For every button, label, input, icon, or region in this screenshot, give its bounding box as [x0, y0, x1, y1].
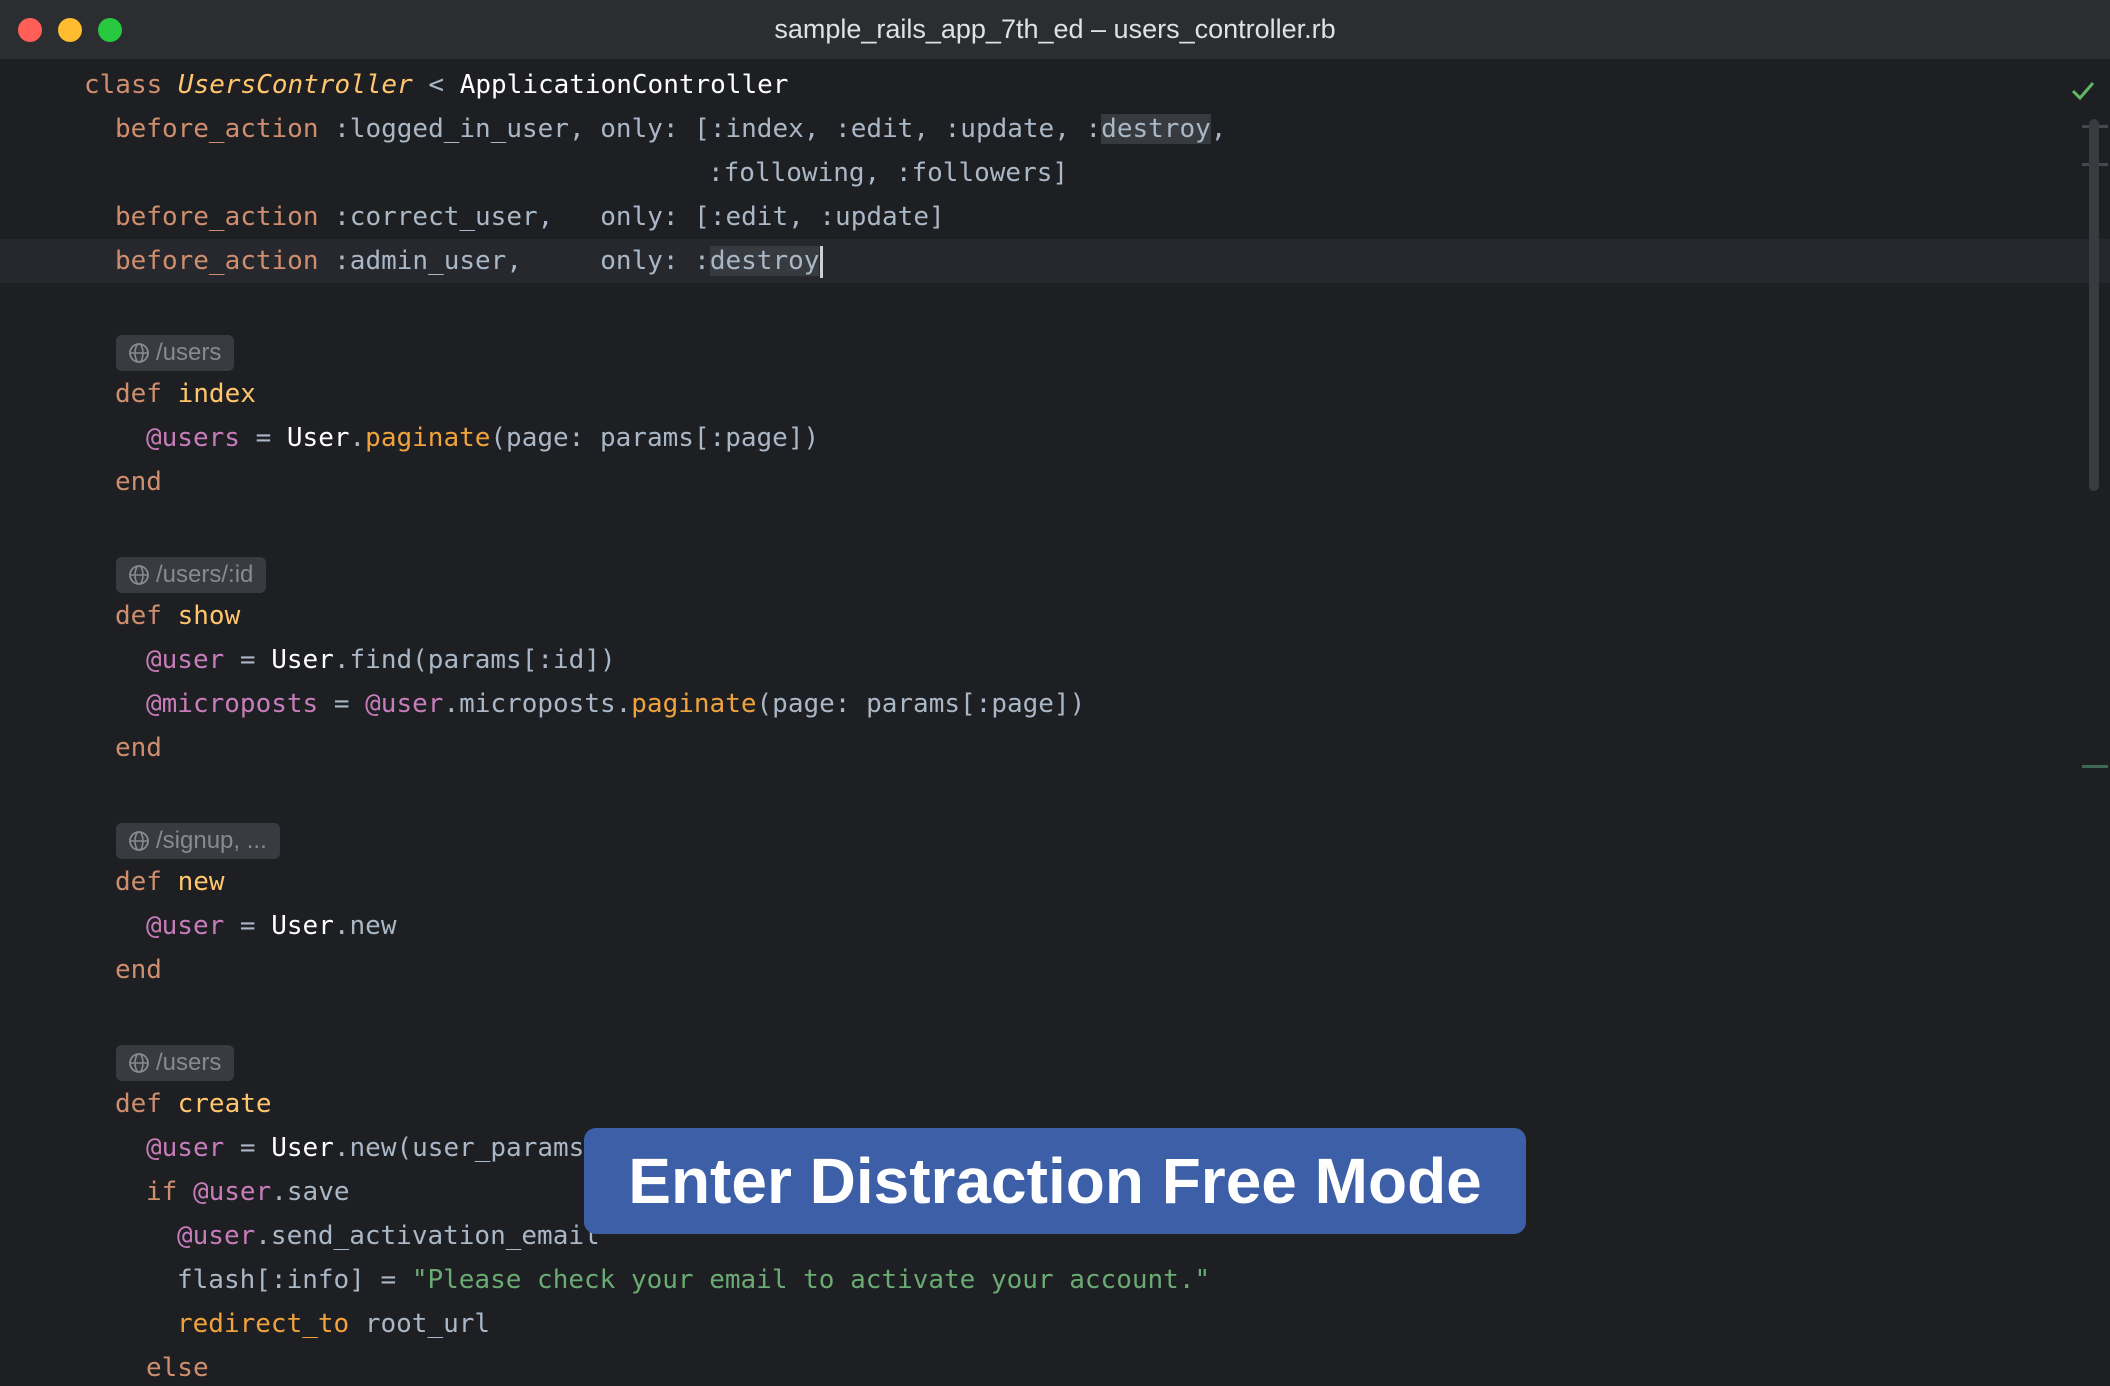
keyword: else — [146, 1353, 209, 1383]
keyword: def — [115, 867, 178, 897]
globe-icon — [129, 565, 149, 585]
error-stripe-marker[interactable] — [2082, 765, 2108, 768]
operator: = — [224, 645, 272, 675]
operator: = — [318, 689, 366, 719]
method-call: before_action — [115, 114, 319, 144]
arguments: :logged_in_user, only: [:index, :edit, :… — [318, 114, 1102, 144]
route-hint-index[interactable]: /users — [116, 335, 235, 371]
code-line[interactable]: flash[:info] = "Please check your email … — [0, 1258, 2110, 1302]
code-line[interactable]: def index — [0, 372, 2110, 416]
route-hint-new[interactable]: /signup, ... — [116, 823, 280, 859]
highlighted-occurrence: destroy — [709, 246, 820, 276]
window-title: sample_rails_app_7th_ed – users_controll… — [774, 14, 1336, 44]
string-literal: "Please check your email to activate you… — [411, 1265, 1211, 1295]
instance-variable: @users — [146, 423, 240, 453]
keyword: end — [115, 733, 162, 763]
globe-icon — [129, 343, 149, 363]
vertical-scrollbar-thumb[interactable] — [2089, 119, 2099, 491]
route-hint-label: /users — [156, 339, 222, 366]
code-line[interactable]: def new — [0, 860, 2110, 904]
method-call: paginate — [365, 423, 491, 453]
instance-variable: @user — [177, 1221, 256, 1251]
keyword: if — [146, 1177, 193, 1207]
instance-variable: @user — [146, 911, 225, 941]
arguments: :admin_user, only: : — [318, 246, 710, 276]
code-line[interactable]: class UsersController < ApplicationContr… — [0, 63, 2110, 107]
route-hint-show[interactable]: /users/:id — [116, 557, 267, 593]
method-call: .save — [271, 1177, 350, 1207]
instance-variable: @user — [146, 645, 225, 675]
keyword: end — [115, 955, 162, 985]
keyword: def — [115, 601, 178, 631]
assignment: flash[:info] = — [177, 1265, 412, 1295]
method-call: before_action — [115, 202, 319, 232]
constant: User — [286, 423, 350, 453]
superclass-name: ApplicationController — [459, 70, 789, 100]
method-name: create — [177, 1089, 272, 1119]
operator: < — [412, 70, 460, 100]
keyword: def — [115, 379, 178, 409]
code-line[interactable]: end — [0, 726, 2110, 770]
keyword: class — [84, 70, 178, 100]
arguments: .new — [333, 911, 397, 941]
current-code-line[interactable]: before_action :admin_user, only: :destro… — [0, 239, 2110, 283]
punctuation: . — [349, 423, 366, 453]
code-line[interactable]: before_action :logged_in_user, only: [:i… — [0, 107, 2110, 151]
method-name: index — [177, 379, 256, 409]
action-tooltip: Enter Distraction Free Mode — [584, 1128, 1526, 1234]
code-line[interactable]: before_action :correct_user, only: [:edi… — [0, 195, 2110, 239]
keyword: def — [115, 1089, 178, 1119]
method-name: show — [177, 601, 241, 631]
code-line[interactable]: def create — [0, 1082, 2110, 1126]
operator: = — [224, 911, 272, 941]
code-line[interactable]: else — [0, 1346, 2110, 1386]
arguments: (page: params[:page]) — [490, 423, 820, 453]
route-hint-label: /users — [156, 1049, 222, 1076]
method-call: paginate — [631, 689, 757, 719]
punctuation: .microposts. — [443, 689, 632, 719]
text-caret — [820, 245, 824, 278]
code-line[interactable]: def show — [0, 594, 2110, 638]
code-line[interactable]: :following, :followers] — [0, 151, 2110, 195]
method-call: .send_activation_email — [255, 1221, 600, 1251]
code-line[interactable]: @users = User.paginate(page: params[:pag… — [0, 416, 2110, 460]
constant: User — [271, 911, 334, 941]
highlighted-occurrence: destroy — [1101, 114, 1211, 144]
globe-icon — [129, 1053, 149, 1073]
code-line[interactable]: end — [0, 948, 2110, 992]
punctuation: , — [1210, 114, 1227, 144]
globe-icon — [129, 831, 149, 851]
keyword: end — [115, 467, 162, 497]
code-line[interactable]: @microposts = @user.microposts.paginate(… — [0, 682, 2110, 726]
arguments: :correct_user, only: [:edit, :update] — [318, 202, 945, 232]
instance-variable: @user — [146, 1133, 225, 1163]
arguments: :following, :followers] — [708, 158, 1069, 188]
instance-variable: @microposts — [146, 689, 319, 719]
route-hint-label: /signup, ... — [156, 827, 267, 854]
class-name: UsersController — [177, 70, 413, 100]
operator: = — [224, 1133, 272, 1163]
constant: User — [271, 1133, 334, 1163]
arguments: (page: params[:page]) — [756, 689, 1086, 719]
checkmark-icon[interactable] — [2070, 77, 2096, 103]
arguments: root_url — [349, 1309, 491, 1339]
method-call: before_action — [115, 246, 319, 276]
title-bar[interactable]: sample_rails_app_7th_ed – users_controll… — [0, 0, 2110, 59]
code-line[interactable]: @user = User.find(params[:id]) — [0, 638, 2110, 682]
code-line[interactable]: @user = User.new — [0, 904, 2110, 948]
arguments: .find(params[:id]) — [333, 645, 616, 675]
constant: User — [271, 645, 334, 675]
code-line[interactable]: redirect_to root_url — [0, 1302, 2110, 1346]
code-line[interactable]: end — [0, 460, 2110, 504]
operator: = — [239, 423, 287, 453]
method-name: new — [177, 867, 225, 897]
instance-variable: @user — [192, 1177, 272, 1207]
instance-variable: @user — [365, 689, 444, 719]
method-call: redirect_to — [177, 1309, 350, 1339]
route-hint-create[interactable]: /users — [116, 1045, 235, 1081]
route-hint-label: /users/:id — [156, 561, 254, 588]
arguments: .new(user_params) — [333, 1133, 600, 1163]
ide-window: sample_rails_app_7th_ed – users_controll… — [0, 0, 2110, 1386]
